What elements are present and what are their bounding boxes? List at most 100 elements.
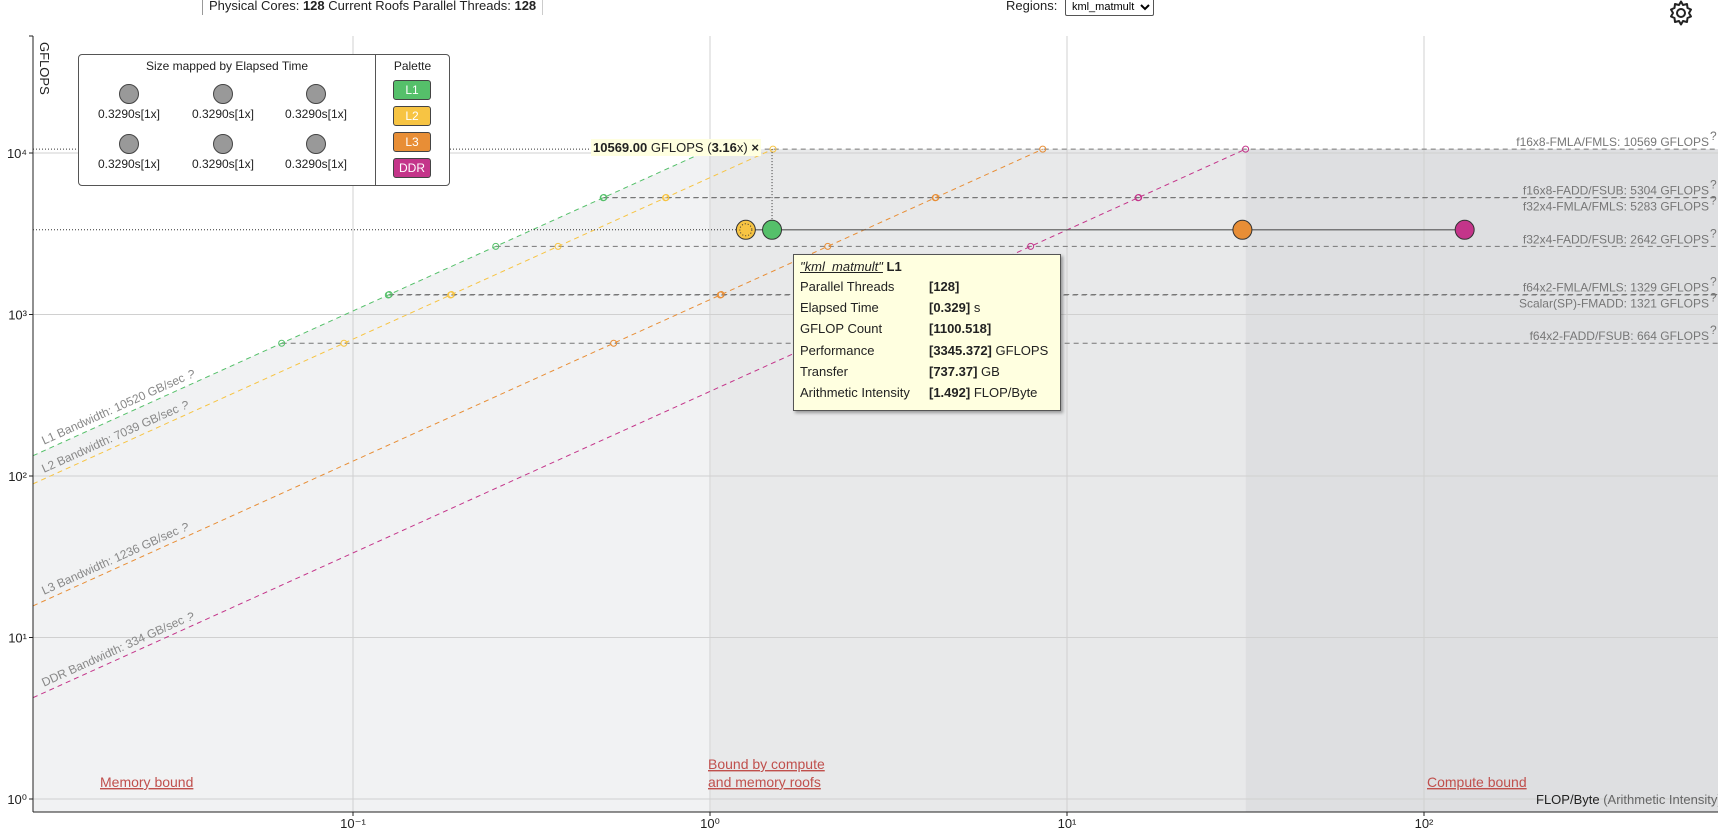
- compute-roof-label: f16x8-FADD/FSUB: 5304 GFLOPS: [1523, 183, 1709, 197]
- size-dot: [213, 84, 233, 104]
- tooltip-title: "kml_matmult" L1: [800, 259, 902, 274]
- help-icon: ?: [188, 368, 195, 382]
- tooltip-unit: GFLOPS: [995, 343, 1049, 358]
- compute-roof-label: f32x4-FMLA/FMLS: 5283 GFLOPS: [1523, 199, 1709, 213]
- tooltip-value: [128]: [929, 279, 960, 294]
- tooltip-key: Performance: [800, 343, 875, 358]
- size-value: 0.3290s[1x]: [284, 107, 348, 121]
- threads-label: Current Roofs Parallel Threads:: [328, 0, 511, 13]
- compute-memory-bound-link-line2[interactable]: and memory roofs: [708, 774, 821, 790]
- x-axis-title: FLOP/Byte (Arithmetic Intensity): [1536, 792, 1718, 807]
- tooltip-row: GFLOP Count [1100.518]: [800, 321, 1056, 339]
- help-icon: ?: [1710, 226, 1717, 240]
- help-icon: ?: [187, 610, 194, 624]
- settings-button[interactable]: [1668, 0, 1694, 26]
- tooltip-value: [1.492]: [929, 385, 971, 400]
- help-icon: ?: [182, 521, 189, 535]
- regions-label: Regions:: [1006, 0, 1058, 13]
- size-legend-item: 0.3290s[1x]: [266, 134, 366, 171]
- cores-info: Physical Cores: 128 Current Roofs Parall…: [202, 0, 544, 15]
- compute-roof-label: Scalar(SP)-FMADD: 1321 GFLOPS: [1519, 297, 1709, 311]
- top-bar: Physical Cores: 128 Current Roofs Parall…: [0, 0, 1718, 26]
- tooltip-row: Elapsed Time [0.329] s: [800, 300, 1056, 318]
- tooltip-level: L1: [886, 259, 902, 274]
- compute-roof-label: f64x2-FMLA/FMLS: 1329 GFLOPS: [1523, 281, 1709, 295]
- tooltip-value: [1100.518]: [929, 321, 992, 336]
- tooltip-row: Transfer [737.37] GB: [800, 364, 1056, 382]
- size-value: 0.3290s[1x]: [191, 157, 255, 171]
- size-dot: [119, 84, 139, 104]
- regions-select[interactable]: kml_matmult: [1064, 0, 1154, 16]
- compute-roof-label: f64x2-FADD/FSUB: 664 GFLOPS: [1530, 329, 1709, 343]
- legend-panel: Size mapped by Elapsed Time 0.3290s[1x] …: [78, 54, 450, 186]
- data-point-l2[interactable]: [735, 219, 756, 240]
- data-point-l1[interactable]: [762, 219, 783, 240]
- size-legend-item: 0.3290s[1x]: [79, 134, 179, 171]
- size-legend-item: 0.3290s[1x]: [266, 84, 366, 121]
- palette-title: Palette: [393, 59, 432, 73]
- regions-control: Regions: kml_matmult: [1006, 0, 1154, 16]
- data-point-ddr[interactable]: [1454, 219, 1475, 240]
- tooltip-key: Transfer: [800, 364, 848, 379]
- y-tick-label: 10³: [8, 308, 27, 323]
- threads-value: 128: [514, 0, 537, 13]
- help-icon: ?: [1710, 291, 1717, 305]
- tooltip-unit: s: [973, 300, 981, 315]
- tooltip-key: Elapsed Time: [800, 300, 879, 315]
- peak-value: 10569.00: [593, 140, 648, 155]
- palette-legend: Palette L1 L2 L3 DDR: [376, 55, 449, 185]
- size-legend-item: 0.3290s[1x]: [79, 84, 179, 121]
- size-dot: [306, 134, 326, 154]
- help-icon: ?: [1710, 193, 1717, 207]
- y-tick-label: 10⁰: [7, 792, 27, 807]
- size-value: 0.3290s[1x]: [97, 157, 161, 171]
- tooltip-value: [737.37]: [929, 364, 978, 379]
- palette-chip-l1[interactable]: L1: [393, 80, 431, 100]
- physical-cores-label: Physical Cores:: [209, 0, 300, 13]
- y-axis-title: GFLOPS: [37, 42, 52, 95]
- size-legend-item: 0.3290s[1x]: [173, 84, 273, 121]
- data-point-l3[interactable]: [1232, 219, 1253, 240]
- compute-roof-label: f32x4-FADD/FSUB: 2642 GFLOPS: [1523, 232, 1709, 246]
- close-icon[interactable]: ×: [751, 140, 759, 155]
- size-value: 0.3290s[1x]: [284, 157, 348, 171]
- y-tick-label: 10²: [8, 469, 27, 484]
- tooltip-row: Parallel Threads [128]: [800, 279, 1056, 297]
- help-icon: ?: [182, 399, 189, 413]
- y-tick-label: 10⁴: [7, 146, 27, 161]
- size-legend-title: Size mapped by Elapsed Time: [145, 59, 309, 73]
- peak-unit: GFLOPS: [650, 140, 704, 155]
- x-tick-label: 10¹: [1058, 816, 1077, 828]
- tooltip-row: Arithmetic Intensity [1.492] FLOP/Byte: [800, 385, 1056, 403]
- compute-roof-label: f16x8-FMLA/FMLS: 10569 GFLOPS: [1516, 135, 1709, 149]
- help-icon: ?: [1710, 323, 1717, 337]
- size-dot: [119, 134, 139, 154]
- size-value: 0.3290s[1x]: [191, 107, 255, 121]
- compute-bound-link[interactable]: Compute bound: [1427, 774, 1527, 790]
- x-tick-label: 10²: [1415, 816, 1434, 828]
- palette-chip-l2[interactable]: L2: [393, 106, 431, 126]
- size-legend: Size mapped by Elapsed Time 0.3290s[1x] …: [79, 55, 376, 185]
- size-dot: [306, 84, 326, 104]
- help-icon: ?: [1710, 177, 1717, 191]
- tooltip-key: GFLOP Count: [800, 321, 883, 336]
- physical-cores-value: 128: [302, 0, 325, 13]
- compute-memory-bound-region: [710, 149, 1246, 812]
- palette-chip-ddr[interactable]: DDR: [393, 158, 431, 178]
- compute-memory-bound-link[interactable]: Bound by compute: [708, 756, 825, 772]
- tooltip-key: Parallel Threads: [800, 279, 895, 294]
- help-icon: ?: [1710, 275, 1717, 289]
- tooltip-key: Arithmetic Intensity: [800, 385, 910, 400]
- size-value: 0.3290s[1x]: [97, 107, 161, 121]
- peak-ratio-suffix: x): [736, 140, 748, 155]
- tooltip-region-name[interactable]: "kml_matmult": [800, 259, 883, 274]
- tooltip-unit: FLOP/Byte: [973, 385, 1038, 400]
- help-icon: ?: [1710, 129, 1717, 143]
- compute-bound-region: [1245, 149, 1718, 812]
- gear-icon: [1670, 0, 1692, 26]
- x-tick-label: 10⁰: [700, 816, 720, 828]
- memory-bound-link[interactable]: Memory bound: [100, 774, 193, 790]
- palette-chip-l3[interactable]: L3: [393, 132, 431, 152]
- tooltip-unit: GB: [981, 364, 1000, 379]
- memory-bound-region: [33, 149, 711, 812]
